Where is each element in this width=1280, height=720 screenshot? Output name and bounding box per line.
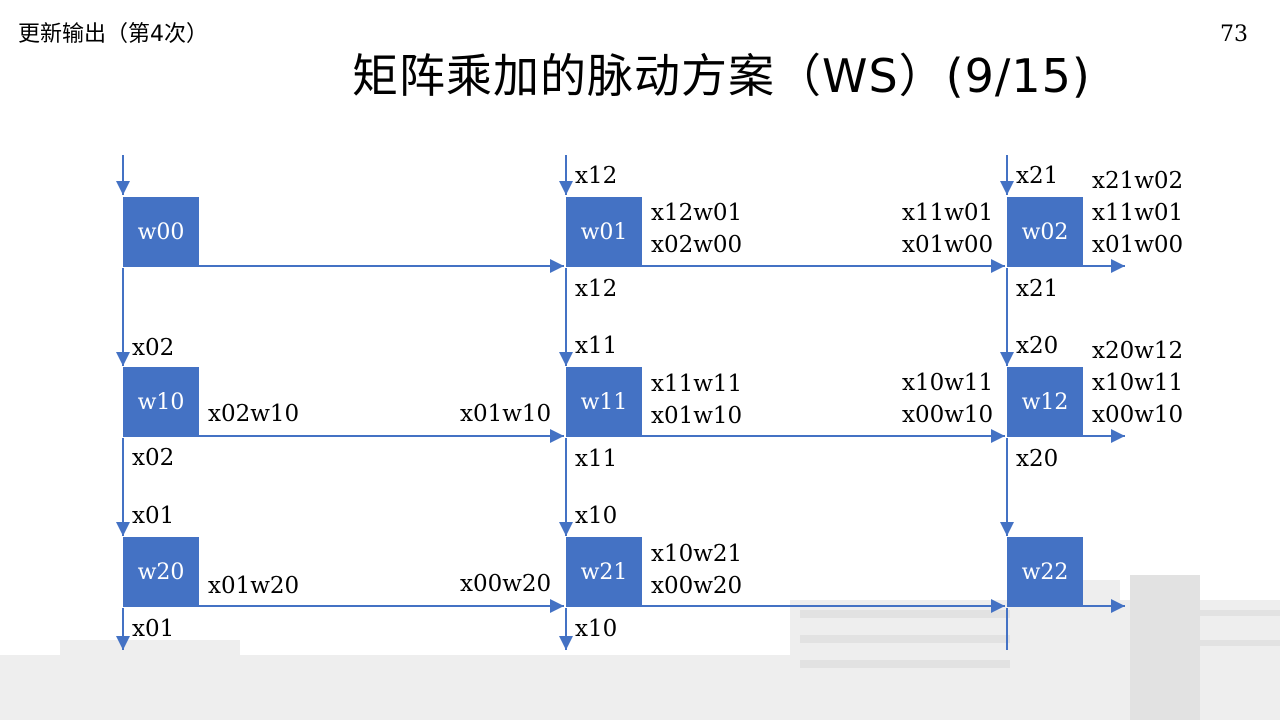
systolic-array-connections (116, 155, 1125, 650)
pe-w11: w11 (566, 367, 642, 437)
pe-w02: w02 (1007, 197, 1083, 267)
r2c1-left-label: x00w20 (460, 571, 552, 597)
r1-output-label-3: x00w10 (1092, 402, 1184, 428)
pe-w00: w00 (123, 197, 199, 267)
r0-output-label-3: x01w00 (1092, 232, 1184, 258)
col0-out2-label: x01 (132, 616, 175, 642)
r1c2-left-label-1: x10w11 (902, 370, 994, 396)
pe-w22: w22 (1007, 537, 1083, 607)
r1c0-right-label: x02w10 (208, 401, 300, 427)
col2-out0-label: x21 (1016, 276, 1059, 302)
col2-in1-label: x20 (1016, 333, 1059, 359)
col1-in2-label: x10 (575, 503, 618, 529)
r1-output-label-2: x10w11 (1092, 370, 1184, 396)
col2-in0-label: x21 (1016, 163, 1059, 189)
col0-out1-label: x02 (132, 445, 175, 471)
r0c1-right-label-2: x02w00 (651, 232, 743, 258)
r1c2-left-label-2: x00w10 (902, 402, 994, 428)
col1-out1-label: x11 (575, 446, 618, 472)
r0-output-label-2: x11w01 (1092, 200, 1184, 226)
pe-w10: w10 (123, 367, 199, 437)
r0-output-label-1: x21w02 (1092, 168, 1184, 194)
r1-output-label-1: x20w12 (1092, 338, 1184, 364)
pe-w12: w12 (1007, 367, 1083, 437)
col1-in1-label: x11 (575, 333, 618, 359)
col1-in0-label: x12 (575, 163, 618, 189)
r1c1-left-label: x01w10 (460, 401, 552, 427)
col0-in1-label: x02 (132, 335, 175, 361)
pe-w21: w21 (566, 537, 642, 607)
r0c2-left-label-1: x11w01 (902, 200, 994, 226)
col0-in2-label: x01 (132, 503, 175, 529)
r1c1-right-label-1: x11w11 (651, 371, 743, 397)
r2c0-right-label: x01w20 (208, 573, 300, 599)
pe-w20: w20 (123, 537, 199, 607)
col1-out2-label: x10 (575, 616, 618, 642)
r2c1-right-label-1: x10w21 (651, 541, 743, 567)
r0c2-left-label-2: x01w00 (902, 232, 994, 258)
r0c1-right-label-1: x12w01 (651, 200, 743, 226)
col1-out0-label: x12 (575, 276, 618, 302)
r1c1-right-label-2: x01w10 (651, 403, 743, 429)
r2c1-right-label-2: x00w20 (651, 573, 743, 599)
col2-out1-label: x20 (1016, 446, 1059, 472)
pe-w01: w01 (566, 197, 642, 267)
